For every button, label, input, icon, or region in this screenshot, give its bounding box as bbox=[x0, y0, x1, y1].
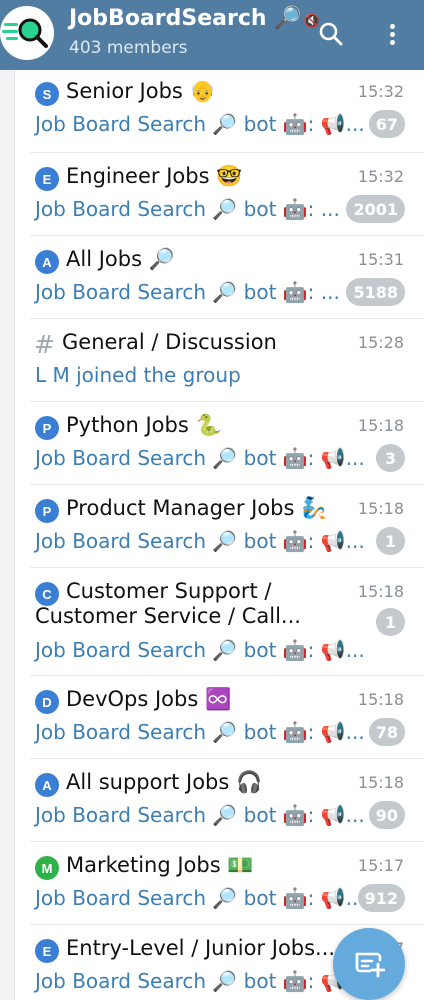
message-time: 15:18 bbox=[357, 773, 404, 792]
topic-row[interactable]: # General / Discussion 15:28 L M joined the… bbox=[15, 319, 424, 402]
topic-letter-icon: D bbox=[35, 690, 59, 714]
topic-letter-icon: A bbox=[35, 250, 59, 274]
new-topic-button[interactable] bbox=[333, 928, 405, 1000]
topic-row[interactable]: S Senior Jobs 👴 15:32 Job Board Search 🔎 bo… bbox=[15, 70, 424, 153]
message-time: 15:18 bbox=[357, 499, 404, 518]
message-preview: Job Board Search 🔎 bot 🤖: 📢... bbox=[35, 720, 365, 744]
message-preview: Job Board Search 🔎 bot 🤖: 📢... bbox=[35, 446, 365, 470]
topic-title: Customer Support / bbox=[66, 579, 272, 603]
message-preview: Job Board Search 🔎 bot 🤖: 📢... bbox=[35, 529, 365, 553]
unread-count-badge: 2001 bbox=[346, 195, 405, 223]
more-options-button[interactable] bbox=[372, 14, 412, 54]
search-icon bbox=[319, 22, 343, 46]
topic-row[interactable]: M Marketing Jobs 💵 15:17 Job Board Search 🔎… bbox=[15, 842, 424, 925]
unread-count-badge: 90 bbox=[368, 801, 405, 829]
topic-letter-icon: A bbox=[35, 773, 59, 797]
topic-title: All Jobs 🔎 bbox=[66, 247, 175, 271]
topic-title: Product Manager Jobs 🧞 bbox=[66, 496, 328, 520]
hash-icon: # bbox=[34, 330, 55, 359]
app-window: JobBoardSearch 🔎 🔇 403 members S Senior Jo… bbox=[0, 0, 424, 1000]
topic-row[interactable]: A All support Jobs 🎧 15:18 Job Board Search… bbox=[15, 759, 424, 842]
message-time: 15:31 bbox=[357, 250, 404, 269]
group-title-text: JobBoardSearch 🔎 bbox=[69, 6, 302, 31]
more-vertical-icon bbox=[389, 21, 395, 48]
topic-title: Engineer Jobs 🤓 bbox=[66, 164, 243, 188]
message-time: 15:18 bbox=[357, 690, 404, 709]
topic-title-line2: Customer Service / Call... bbox=[35, 604, 301, 628]
side-rail bbox=[0, 70, 15, 1000]
compose-icon bbox=[355, 952, 385, 978]
message-preview: Job Board Search 🔎 bot 🤖: ... bbox=[35, 197, 340, 221]
topic-letter-icon: E bbox=[35, 167, 59, 191]
unread-count-badge: 78 bbox=[368, 718, 405, 746]
group-title[interactable]: JobBoardSearch 🔎 🔇 bbox=[69, 6, 320, 31]
message-preview: Job Board Search 🔎 bot 🤖: ... bbox=[35, 280, 340, 304]
topic-title: Marketing Jobs 💵 bbox=[66, 853, 254, 877]
message-time: 15:18 bbox=[357, 582, 404, 601]
topic-row[interactable]: D DevOps Jobs ♾️ 15:18 Job Board Search 🔎 b… bbox=[15, 676, 424, 759]
unread-count-badge: 1 bbox=[376, 608, 405, 636]
message-preview: Job Board Search 🔎 bot 🤖: 📢... bbox=[35, 803, 365, 827]
topic-title: All support Jobs 🎧 bbox=[66, 770, 263, 794]
message-preview: Job Board Search 🔎 bot 🤖: 📢... bbox=[35, 638, 365, 662]
message-time: 15:17 bbox=[357, 856, 404, 875]
message-preview: L M joined the group bbox=[35, 363, 241, 387]
topic-row[interactable]: E Engineer Jobs 🤓 15:32 Job Board Search 🔎 … bbox=[15, 153, 424, 236]
topic-letter-icon: E bbox=[35, 939, 59, 963]
topic-list[interactable]: S Senior Jobs 👴 15:32 Job Board Search 🔎 bo… bbox=[15, 70, 424, 1000]
topic-letter-icon: P bbox=[35, 416, 59, 440]
topic-title: Entry-Level / Junior Jobs... bbox=[66, 936, 336, 960]
message-time: 15:18 bbox=[357, 416, 404, 435]
message-time: 15:28 bbox=[357, 333, 404, 352]
topic-row[interactable]: A All Jobs 🔎 15:31 Job Board Search 🔎 bot 🤖… bbox=[15, 236, 424, 319]
topic-row[interactable]: C Customer Support / Customer Service / Ca… bbox=[15, 568, 424, 676]
topic-title: Python Jobs 🐍 bbox=[66, 413, 222, 437]
logo-icon bbox=[2, 18, 48, 48]
member-count: 403 members bbox=[69, 38, 188, 58]
message-time: 15:32 bbox=[357, 82, 404, 101]
message-time: 15:32 bbox=[357, 167, 404, 186]
topic-title: DevOps Jobs ♾️ bbox=[66, 687, 232, 711]
unread-count-badge: 912 bbox=[357, 884, 405, 912]
topic-letter-icon: C bbox=[35, 582, 59, 606]
search-button[interactable] bbox=[311, 14, 351, 54]
topic-letter-icon: P bbox=[35, 499, 59, 523]
topic-row[interactable]: P Product Manager Jobs 🧞 15:18 Job Board Se… bbox=[15, 485, 424, 568]
topic-letter-icon: S bbox=[35, 82, 59, 106]
unread-count-badge: 5188 bbox=[346, 278, 405, 306]
unread-count-badge: 3 bbox=[376, 444, 405, 472]
topic-letter-icon: M bbox=[35, 856, 59, 880]
message-preview: Job Board Search 🔎 bot 🤖: 📢... bbox=[35, 112, 365, 136]
chat-header: JobBoardSearch 🔎 🔇 403 members bbox=[0, 0, 424, 70]
topic-title: Senior Jobs 👴 bbox=[66, 79, 216, 103]
message-preview: Job Board Search 🔎 bot 🤖: 📢... bbox=[35, 886, 365, 910]
message-preview: Job Board Search 🔎 bot 🤖: 📢... bbox=[35, 969, 365, 993]
unread-count-badge: 67 bbox=[368, 110, 405, 138]
unread-count-badge: 1 bbox=[376, 527, 405, 555]
topic-row[interactable]: P Python Jobs 🐍 15:18 Job Board Search 🔎 bo… bbox=[15, 402, 424, 485]
topic-title: General / Discussion bbox=[62, 330, 277, 354]
group-avatar[interactable] bbox=[0, 6, 54, 60]
